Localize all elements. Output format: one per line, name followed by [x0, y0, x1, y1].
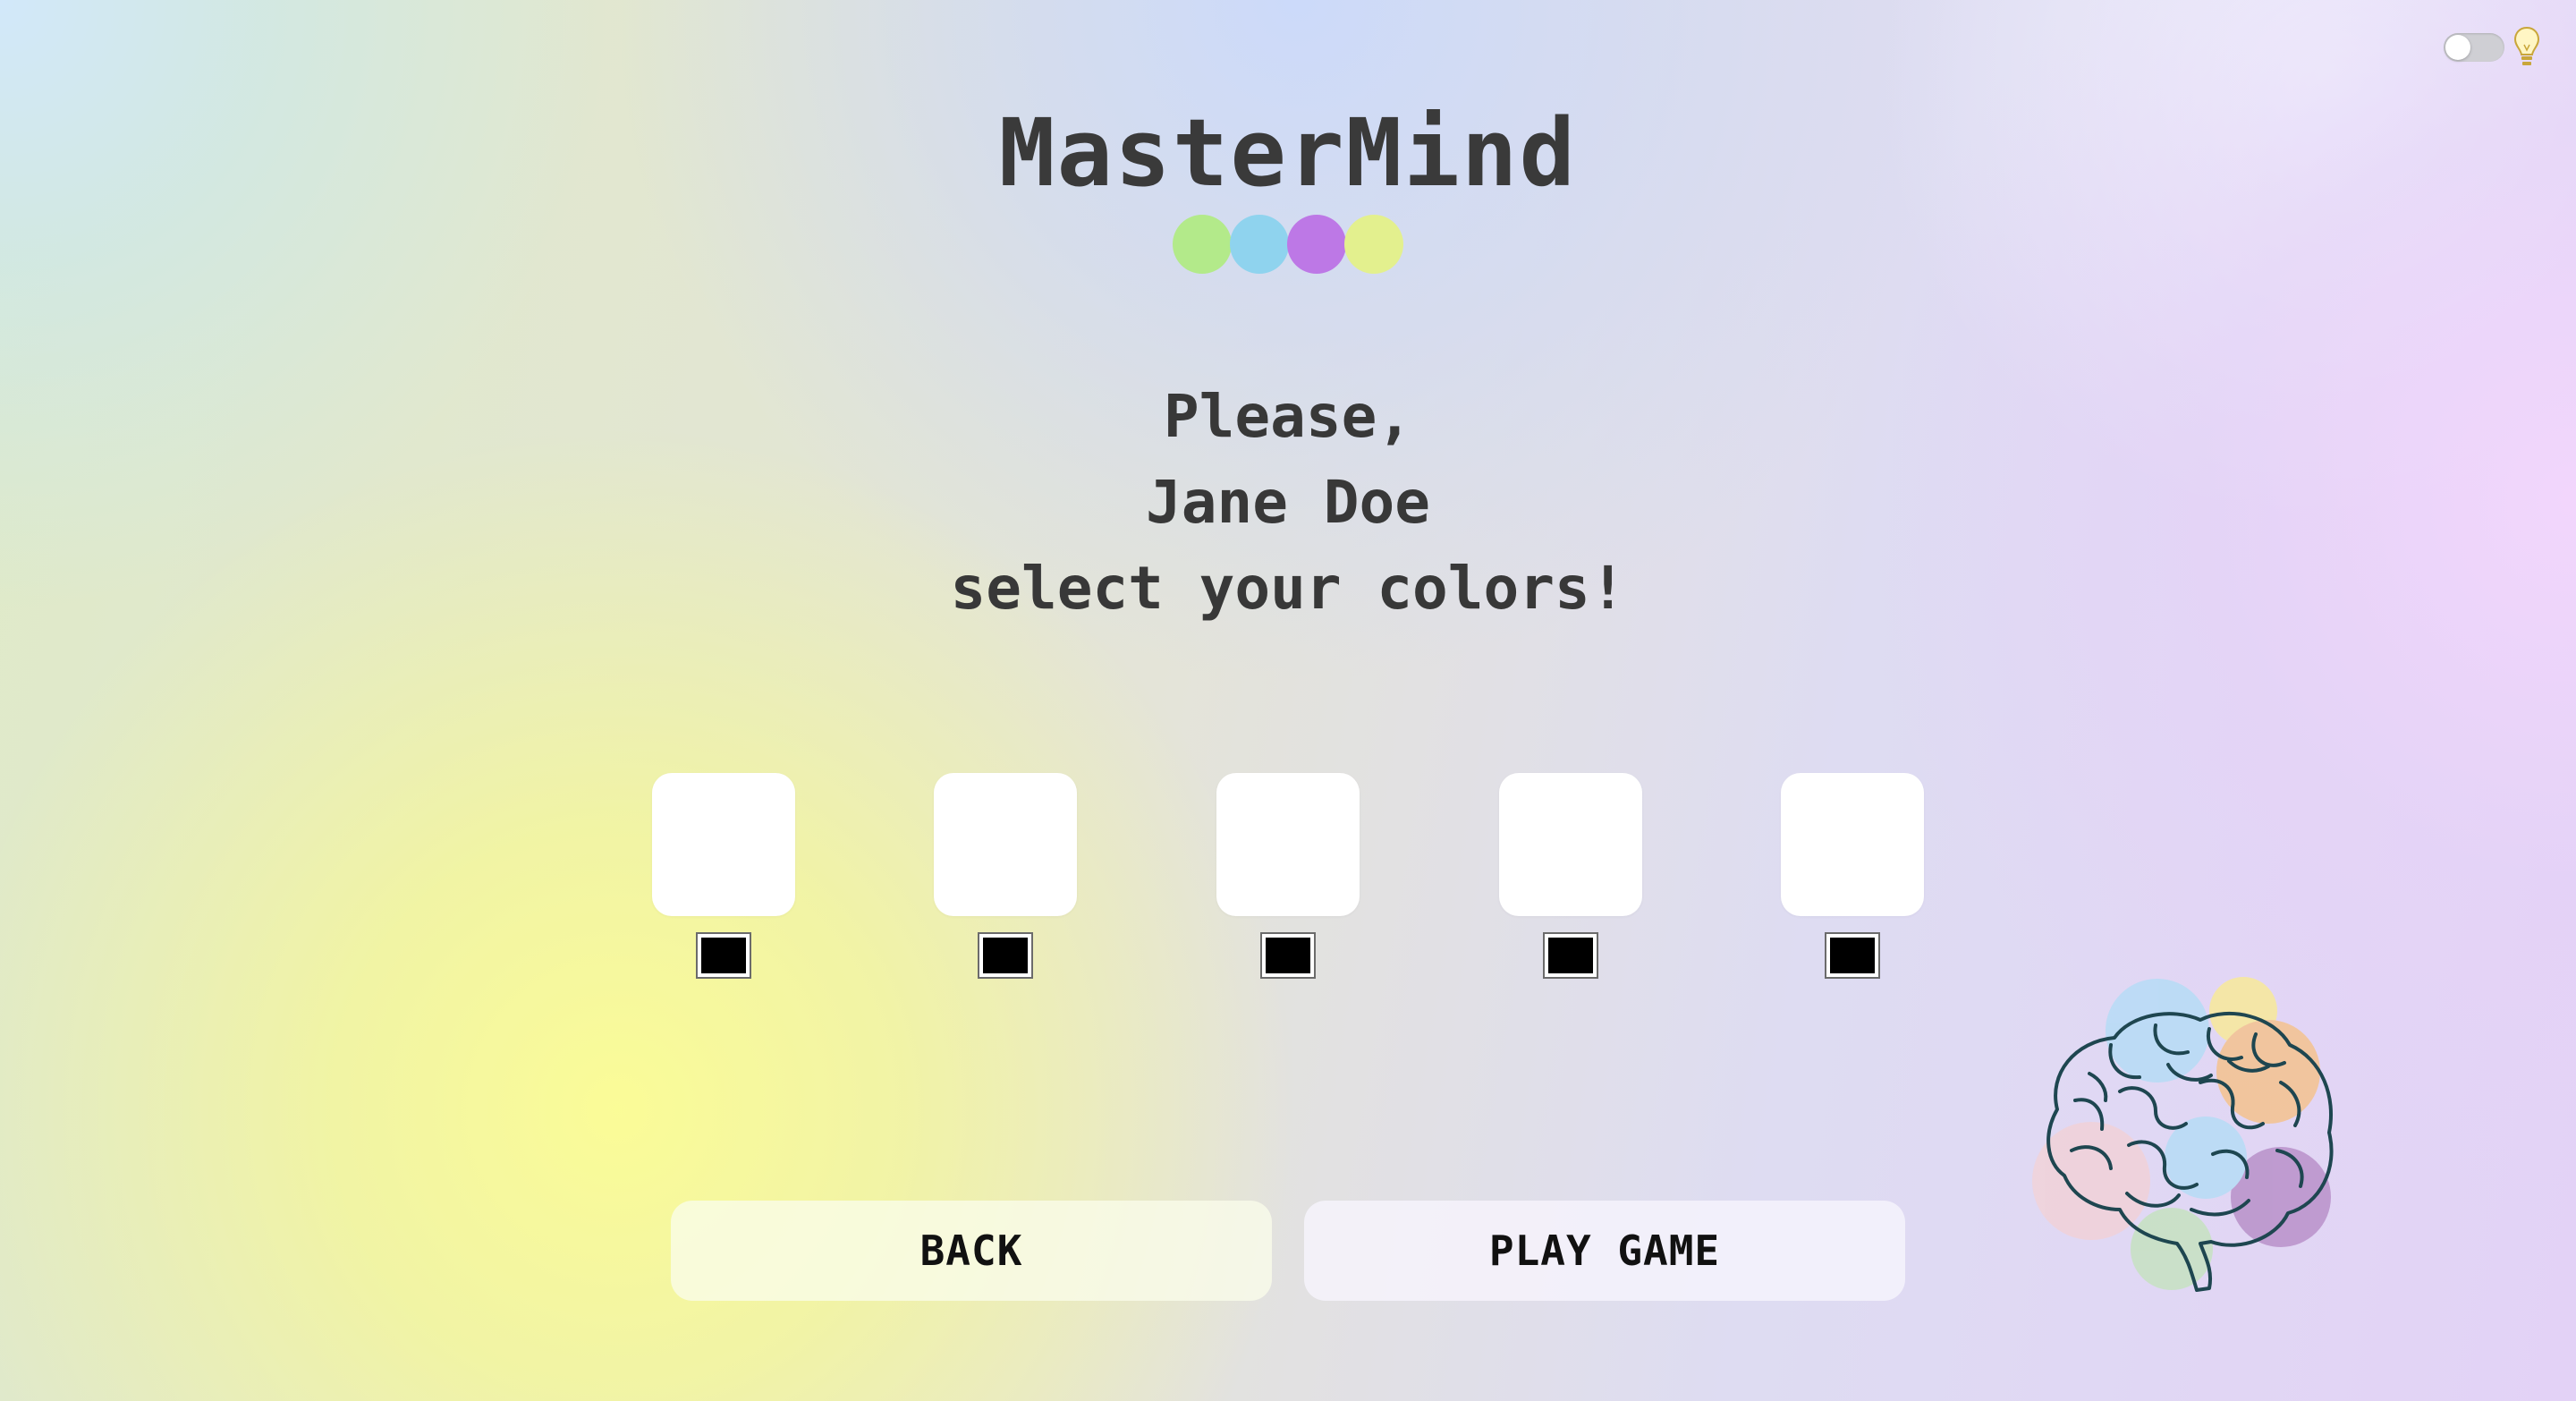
title-color-dots — [1173, 215, 1405, 274]
color-slot-box[interactable] — [1781, 773, 1924, 916]
back-button[interactable]: BACK — [671, 1201, 1272, 1301]
play-game-button[interactable]: PLAY GAME — [1304, 1201, 1905, 1301]
app-title: MasterMind — [998, 98, 1578, 208]
color-picker-swatch[interactable] — [978, 932, 1033, 979]
toggle-knob — [2445, 35, 2470, 60]
color-slot-2 — [934, 773, 1077, 979]
color-slot-box[interactable] — [934, 773, 1077, 916]
color-slot-box[interactable] — [1499, 773, 1642, 916]
color-slot-1 — [652, 773, 795, 979]
color-slot-3 — [1216, 773, 1360, 979]
yellow-dot — [1344, 215, 1403, 274]
prompt-line-please: Please, — [1163, 382, 1413, 451]
color-slot-box[interactable] — [1216, 773, 1360, 916]
green-dot — [1173, 215, 1232, 274]
prompt-line-select: select your colors! — [950, 554, 1626, 623]
color-slot-box[interactable] — [652, 773, 795, 916]
color-picker-swatch[interactable] — [1260, 932, 1316, 979]
color-slot-4 — [1499, 773, 1642, 979]
player-name: Jane Doe — [1146, 468, 1430, 537]
swatch-fill — [983, 938, 1028, 973]
brain-icon — [2032, 977, 2334, 1292]
color-picker-swatch[interactable] — [1825, 932, 1880, 979]
color-picker-swatch[interactable] — [1543, 932, 1598, 979]
swatch-fill — [1830, 938, 1875, 973]
color-picker-swatch[interactable] — [696, 932, 751, 979]
theme-toggle[interactable] — [2444, 33, 2504, 62]
color-slot-5 — [1781, 773, 1924, 979]
swatch-fill — [1266, 938, 1310, 973]
swatch-fill — [1548, 938, 1593, 973]
swatch-fill — [701, 938, 746, 973]
color-slots — [0, 773, 2576, 988]
purple-dot — [1287, 215, 1346, 274]
theme-toggle-group — [2444, 25, 2540, 70]
lightbulb-icon — [2513, 26, 2540, 65]
blue-dot — [1230, 215, 1289, 274]
player-prompt: Please, Jane Doe select your colors! — [0, 374, 2576, 632]
